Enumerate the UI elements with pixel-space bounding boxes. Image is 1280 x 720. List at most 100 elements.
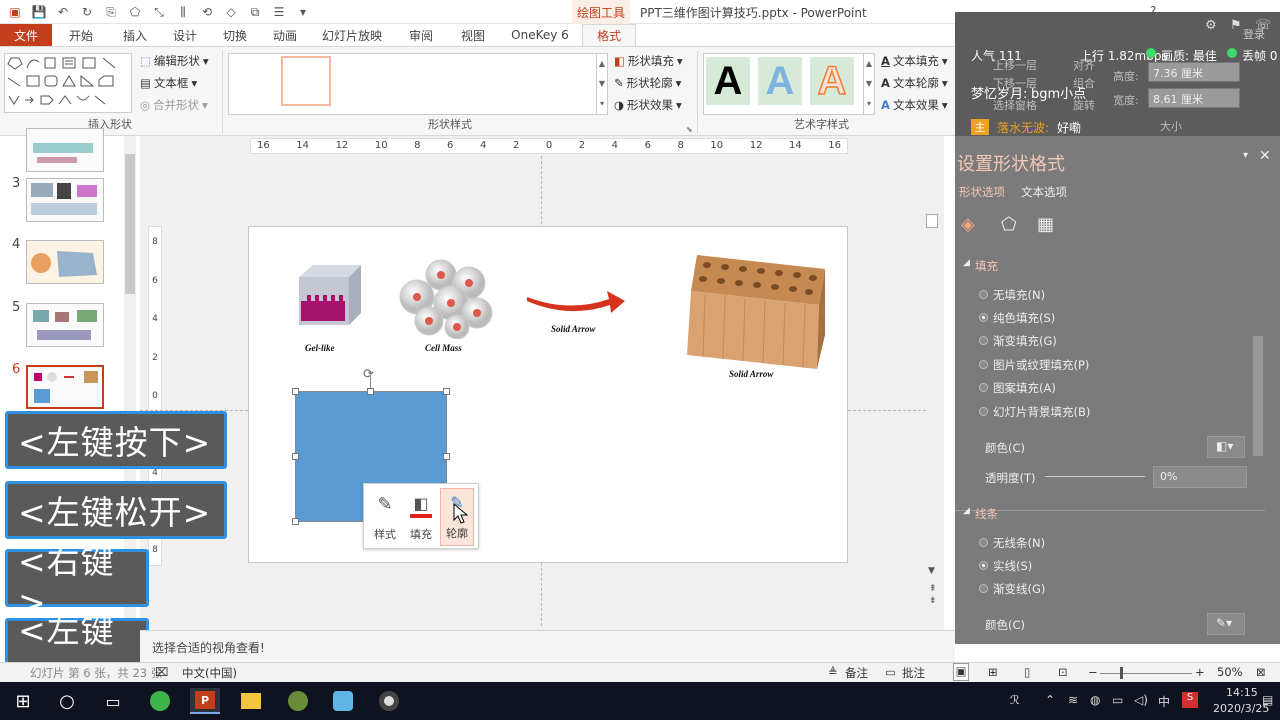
fill-color-button[interactable]: ◧▾ xyxy=(1207,436,1245,458)
person-icon[interactable]: ℛ xyxy=(1010,693,1020,707)
wordart-sample-black[interactable]: A xyxy=(706,57,750,105)
tab-file[interactable]: 文件 xyxy=(0,24,52,46)
rotate-icon[interactable]: ⟲ xyxy=(198,3,216,21)
wordart-scroll[interactable]: ▲ ▼ ▾ xyxy=(863,54,874,114)
collapse-icon[interactable]: ◢ xyxy=(963,258,970,268)
editor-scrollbar[interactable] xyxy=(926,136,938,614)
resize-handle-e[interactable] xyxy=(443,453,450,460)
align-button[interactable]: 对齐 xyxy=(1073,57,1095,73)
tab-shape-options[interactable]: 形状选项 xyxy=(959,184,1005,200)
slideshow-view-icon[interactable]: ⊡ xyxy=(1058,665,1068,679)
clock-date[interactable]: 2020/3/25 xyxy=(1213,702,1269,715)
reading-view-icon[interactable]: ▯ xyxy=(1024,665,1030,679)
shapes-gallery[interactable] xyxy=(4,53,132,113)
bring-forward-button[interactable]: 上移一层 xyxy=(993,57,1037,73)
solid-arrow-shape[interactable] xyxy=(525,287,629,319)
gallery-scroll[interactable]: ▲ ▼ ▾ xyxy=(596,54,607,114)
group-icon[interactable]: ⧉ xyxy=(246,3,264,21)
zoom-level[interactable]: 50% xyxy=(1217,665,1243,679)
undo-icon[interactable]: ↶ xyxy=(54,3,72,21)
clock-time[interactable]: 14:15 xyxy=(1226,686,1258,699)
notification-icon[interactable]: ⚑ xyxy=(1230,18,1242,33)
battery-icon[interactable]: ▭ xyxy=(1112,693,1123,707)
style-sample-gold[interactable]: Abc xyxy=(444,63,480,99)
cell-mass-image[interactable] xyxy=(395,257,495,339)
redo-icon[interactable]: ↻ xyxy=(78,3,96,21)
shape-outline-button[interactable]: ✎ 形状轮廓 ▾ xyxy=(614,75,681,91)
format-painter-icon[interactable]: ⎘ xyxy=(102,3,120,21)
tab-design[interactable]: 设计 xyxy=(160,24,210,46)
resize-handle-nw[interactable] xyxy=(292,388,299,395)
comments-button[interactable]: 批注 xyxy=(902,665,925,681)
normal-view-icon[interactable]: ▣ xyxy=(953,663,969,681)
radio-picture-fill[interactable] xyxy=(979,360,988,369)
app-icon-media[interactable] xyxy=(374,688,404,714)
customize-qat-icon[interactable]: ▾ xyxy=(294,3,312,21)
radio-no-line[interactable] xyxy=(979,538,988,547)
edit-shape-button[interactable]: ⬚ 编辑形状 ▾ xyxy=(140,53,209,69)
slide-thumbnail-5[interactable] xyxy=(26,303,104,347)
zoom-in-icon[interactable]: + xyxy=(1195,665,1205,679)
style-sample-blue[interactable]: Abc xyxy=(288,63,324,99)
tray-app-icon[interactable]: ◍ xyxy=(1090,693,1100,707)
radio-solid-line[interactable] xyxy=(979,561,988,570)
fit-slide-icon[interactable]: ⊠ xyxy=(1256,665,1266,679)
resize-handle-sw[interactable] xyxy=(292,518,299,525)
slide-thumbnail-6[interactable] xyxy=(26,365,104,409)
porous-wood-block-image[interactable] xyxy=(685,251,827,373)
tab-animations[interactable]: 动画 xyxy=(260,24,310,46)
resize-handle-w[interactable] xyxy=(292,453,299,460)
settings-icon[interactable]: ⚙ xyxy=(1205,18,1217,33)
powerpoint-taskbar-icon[interactable]: P xyxy=(190,688,220,714)
spelling-icon[interactable]: ⌧ xyxy=(155,665,168,679)
radio-gradient-fill[interactable] xyxy=(979,336,988,345)
zoom-slider[interactable] xyxy=(1100,673,1192,674)
radio-gradient-line[interactable] xyxy=(979,584,988,593)
transparency-slider[interactable] xyxy=(1045,476,1145,477)
task-view-icon[interactable]: ▭ xyxy=(98,688,128,714)
shape-effects-button[interactable]: ◑ 形状效果 ▾ xyxy=(614,97,682,113)
solid-arrow-label[interactable]: Solid Arrow xyxy=(551,324,595,334)
scroll-down-icon[interactable]: ▼ xyxy=(928,566,935,576)
input-method-icon[interactable]: S xyxy=(1182,692,1198,708)
wordart-sample-blue[interactable]: A xyxy=(758,57,802,105)
size-properties-icon[interactable]: ▦ xyxy=(1037,214,1054,235)
shapes-icon[interactable]: ⬠ xyxy=(126,3,144,21)
search-icon[interactable]: ○ xyxy=(52,688,82,714)
wordart-sample-orange[interactable]: A xyxy=(810,57,854,105)
app-icon-globe[interactable] xyxy=(283,688,313,714)
save-icon[interactable]: 💾 xyxy=(30,3,48,21)
transparency-input[interactable]: 0% xyxy=(1153,466,1247,488)
tab-view[interactable]: 视图 xyxy=(448,24,498,46)
distribute-icon[interactable]: ☰ xyxy=(270,3,288,21)
effects-icon[interactable]: ⬠ xyxy=(1001,214,1017,235)
tab-slideshow[interactable]: 幻灯片放映 xyxy=(310,24,394,46)
solid-arrow-label-2[interactable]: Solid Arrow xyxy=(729,369,773,379)
resize-handle-ne[interactable] xyxy=(443,388,450,395)
network-icon[interactable]: ≋ xyxy=(1068,693,1078,707)
radio-solid-fill[interactable] xyxy=(979,313,988,322)
radio-no-fill[interactable] xyxy=(979,290,988,299)
slide-sorter-icon[interactable]: ⊞ xyxy=(988,665,998,679)
shape-fill-button[interactable]: ◧ 形状填充 ▾ xyxy=(614,53,683,69)
tray-expand-icon[interactable]: ⌃ xyxy=(1045,693,1055,707)
rotate-handle-icon[interactable]: ⟳ xyxy=(363,367,374,382)
windows-start-icon[interactable]: ⊞ xyxy=(8,688,38,714)
app-icon-blue[interactable] xyxy=(328,688,358,714)
line-section-header[interactable]: 线条 xyxy=(975,506,998,522)
resize-handle-n[interactable] xyxy=(367,388,374,395)
pane-options-icon[interactable]: ▾ xyxy=(1243,150,1248,161)
fill-line-icon[interactable]: ◈ xyxy=(961,214,975,235)
height-input[interactable]: 7.36 厘米 xyxy=(1148,62,1240,82)
notes-toggle-button[interactable]: 备注 xyxy=(845,665,868,681)
style-sample-gray[interactable]: Abc xyxy=(392,63,428,99)
align-icon[interactable]: ⫼ xyxy=(174,3,192,21)
style-sample-orange[interactable]: Abc xyxy=(340,63,376,99)
style-sample-black[interactable]: Abc xyxy=(236,63,272,99)
collapse-icon[interactable]: ◢ xyxy=(963,506,970,516)
line-color-button[interactable]: ✎▾ xyxy=(1207,613,1245,635)
mini-style-button[interactable]: ✎ 样式 xyxy=(368,488,402,546)
style-sample-darkblue[interactable]: Abc xyxy=(497,63,533,99)
radio-slide-bg-fill[interactable] xyxy=(979,407,988,416)
eraser-icon[interactable]: ◇ xyxy=(222,3,240,21)
